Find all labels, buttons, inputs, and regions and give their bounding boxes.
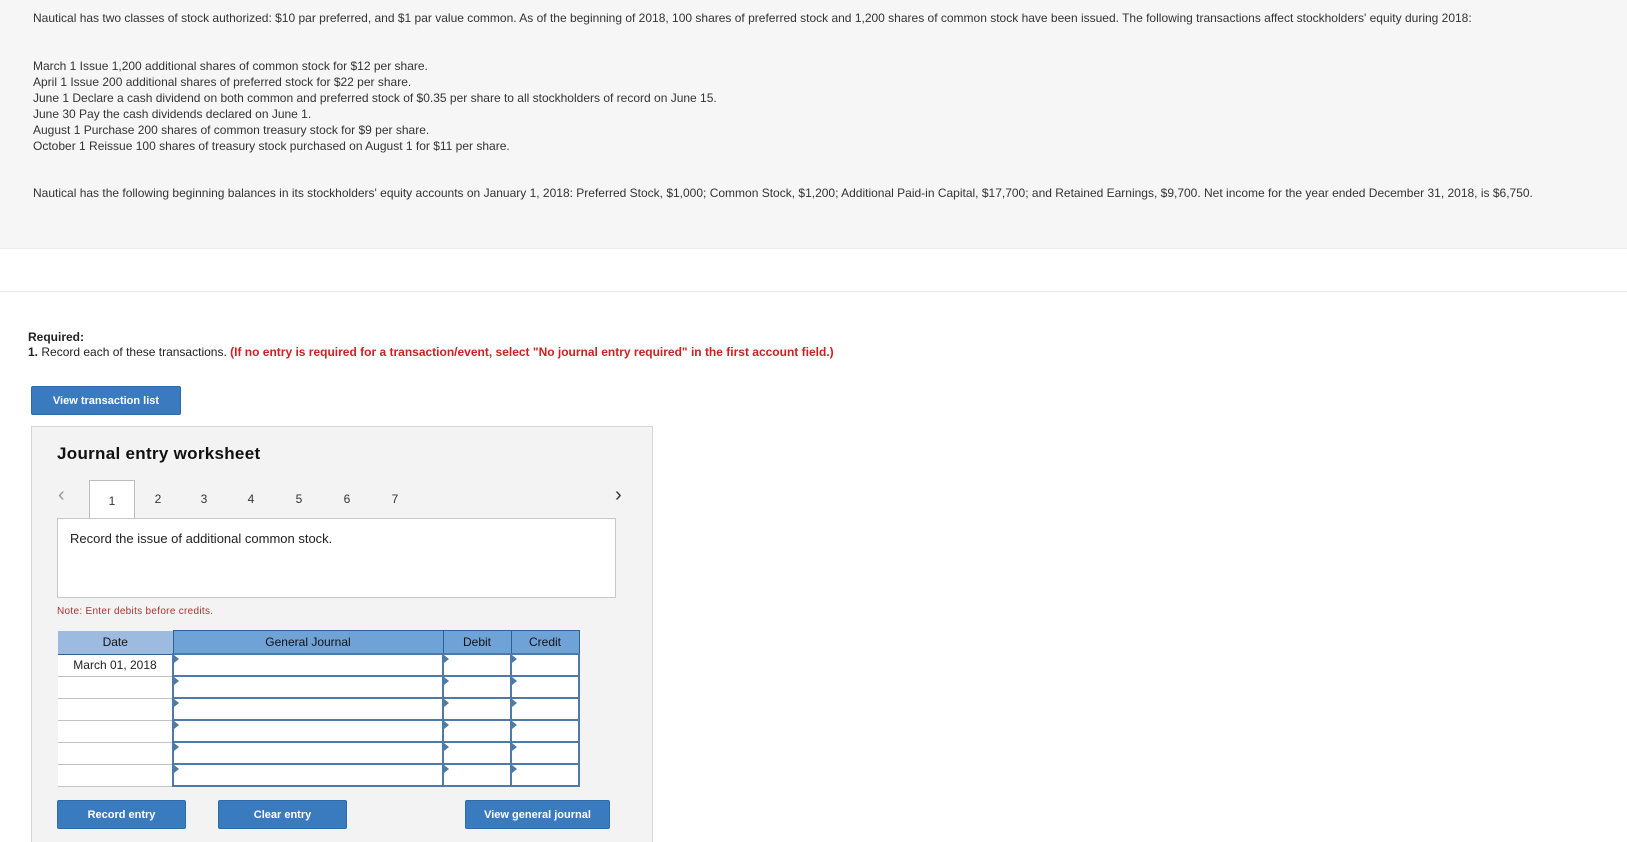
date-cell [58,764,173,787]
date-cell [58,742,173,765]
transaction-item: March 1 Issue 1,200 additional shares of… [33,59,428,73]
date-cell [58,698,173,721]
account-field[interactable] [172,675,444,699]
debit-field[interactable] [442,719,512,743]
debit-field[interactable] [442,675,512,699]
tab-6[interactable]: 6 [324,480,370,518]
account-field[interactable] [172,719,444,743]
required-text: Record each of these transactions. [38,345,231,359]
transaction-description-text: Record the issue of additional common st… [70,531,333,546]
table-row [58,741,580,765]
tab-5[interactable]: 5 [276,480,322,518]
chevron-right-icon[interactable]: › [615,484,622,507]
credit-field[interactable] [510,741,580,765]
transaction-item: June 1 Declare a cash dividend on both c… [33,91,717,105]
journal-entry-worksheet: Journal entry worksheet ‹ 1 2 3 4 5 6 7 … [31,426,653,842]
problem-intro: Nautical has two classes of stock author… [33,11,1472,25]
tab-4[interactable]: 4 [228,480,274,518]
column-header-credit: Credit [510,630,580,655]
tab-1[interactable]: 1 [89,480,135,520]
debit-field[interactable] [442,763,512,787]
account-field[interactable] [172,697,444,721]
table-row [58,697,580,721]
column-header-general-journal: General Journal [172,630,444,655]
transaction-item: October 1 Reissue 100 shares of treasury… [33,139,510,153]
credit-field[interactable] [510,675,580,699]
entry-note: Note: Enter debits before credits. [57,606,214,617]
required-warning: (If no entry is required for a transacti… [230,345,834,359]
view-transaction-list-button[interactable]: View transaction list [31,386,181,415]
table-row [58,675,580,699]
journal-table: Date General Journal Debit Credit March … [58,630,580,787]
date-cell [58,720,173,743]
credit-field[interactable] [510,653,580,677]
beginning-balances: Nautical has the following beginning bal… [33,186,1533,200]
credit-field[interactable] [510,719,580,743]
transaction-item: June 30 Pay the cash dividends declared … [33,107,312,121]
debit-field[interactable] [442,653,512,677]
table-row [58,763,580,787]
column-header-date: Date [58,630,174,655]
required-instruction: 1. Record each of these transactions. (I… [28,345,834,359]
column-header-debit: Debit [442,630,512,655]
transaction-description: Record the issue of additional common st… [57,518,616,598]
problem-statement: Nautical has two classes of stock author… [0,0,1627,249]
required-number: 1. [28,345,39,359]
table-row: March 01, 2018 [58,653,580,677]
tab-2[interactable]: 2 [135,480,181,518]
transaction-tabs: ‹ 1 2 3 4 5 6 7 › [32,480,652,520]
date-cell: March 01, 2018 [58,654,173,677]
transaction-list: March 1 Issue 1,200 additional shares of… [33,58,717,154]
record-entry-button[interactable]: Record entry [57,800,186,829]
tab-7[interactable]: 7 [372,480,418,518]
transaction-item: April 1 Issue 200 additional shares of p… [33,75,412,89]
account-field[interactable] [172,763,444,787]
transaction-item: August 1 Purchase 200 shares of common t… [33,123,430,137]
table-row [58,719,580,743]
worksheet-title: Journal entry worksheet [57,444,261,463]
debit-field[interactable] [442,697,512,721]
divider [0,291,1627,292]
chevron-left-icon[interactable]: ‹ [58,484,65,507]
credit-field[interactable] [510,763,580,787]
date-cell [58,676,173,699]
account-field[interactable] [172,653,444,677]
view-general-journal-button[interactable]: View general journal [465,800,610,829]
tab-3[interactable]: 3 [181,480,227,518]
required-heading: Required: [28,330,85,344]
debit-field[interactable] [442,741,512,765]
account-field[interactable] [172,741,444,765]
credit-field[interactable] [510,697,580,721]
clear-entry-button[interactable]: Clear entry [218,800,347,829]
